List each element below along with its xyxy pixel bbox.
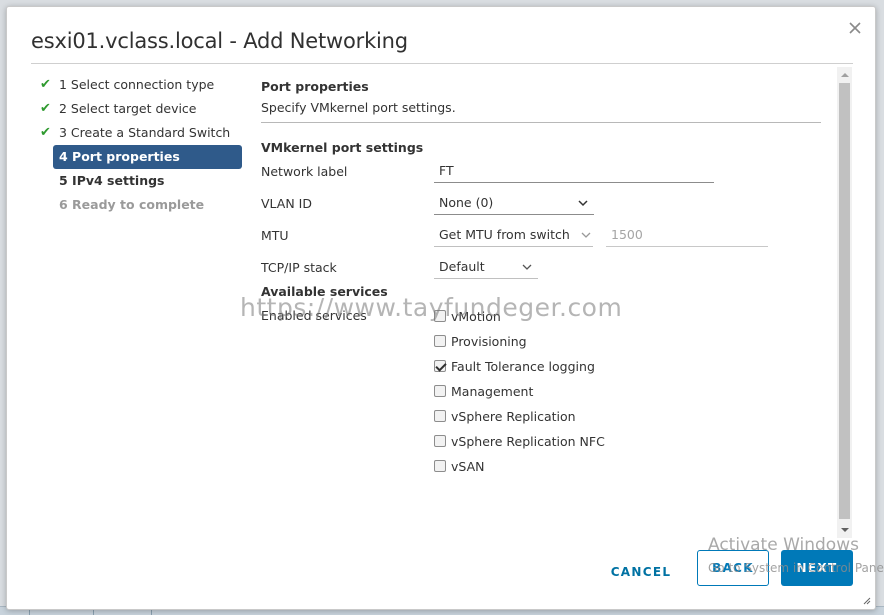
chevron-down-icon	[578, 200, 588, 207]
service-provisioning[interactable]: Provisioning	[434, 331, 527, 351]
tcpip-stack-select[interactable]: Default	[434, 255, 538, 279]
title-divider	[31, 63, 853, 64]
next-button[interactable]: NEXT	[781, 550, 853, 586]
content-scrollbar[interactable]	[837, 67, 852, 538]
close-icon[interactable]	[847, 21, 863, 37]
checkbox[interactable]	[434, 310, 446, 322]
checkbox-checked[interactable]	[434, 360, 446, 372]
step-port-properties[interactable]: 4 Port properties	[53, 145, 242, 169]
step-create-standard-switch[interactable]: ✔ 3 Create a Standard Switch	[37, 121, 243, 145]
checkbox[interactable]	[434, 385, 446, 397]
step-label: 6 Ready to complete	[59, 197, 205, 212]
network-label-input[interactable]: FT	[434, 159, 714, 183]
step-label: 3 Create a Standard Switch	[59, 125, 231, 140]
step-ipv4-settings[interactable]: 5 IPv4 settings	[37, 169, 243, 193]
step-select-target-device[interactable]: ✔ 2 Select target device	[37, 97, 243, 121]
check-icon: ✔	[40, 125, 51, 140]
available-services-heading: Available services	[261, 284, 388, 299]
chevron-down-icon	[581, 232, 591, 238]
checkbox[interactable]	[434, 335, 446, 347]
step-label: 1 Select connection type	[59, 77, 215, 92]
scroll-up-icon[interactable]	[841, 73, 849, 77]
service-management[interactable]: Management	[434, 381, 533, 401]
step-ready-to-complete: 6 Ready to complete	[37, 193, 243, 217]
service-vsphere-replication[interactable]: vSphere Replication	[434, 406, 576, 426]
check-icon: ✔	[40, 77, 51, 92]
service-vsphere-replication-nfc[interactable]: vSphere Replication NFC	[434, 431, 605, 451]
back-button[interactable]: BACK	[697, 550, 769, 586]
vlan-id-label: VLAN ID	[261, 196, 312, 211]
scrollbar-thumb[interactable]	[839, 83, 850, 519]
section-description: Specify VMkernel port settings.	[261, 100, 456, 115]
network-label-label: Network label	[261, 164, 348, 179]
check-icon: ✔	[40, 101, 51, 116]
tcpip-stack-value: Default	[439, 259, 485, 274]
checkbox[interactable]	[434, 460, 446, 472]
step-label: 5 IPv4 settings	[59, 173, 165, 188]
step-select-connection-type[interactable]: ✔ 1 Select connection type	[37, 73, 243, 97]
cancel-button[interactable]: CANCEL	[605, 556, 677, 588]
vlan-id-select[interactable]: None (0)	[434, 191, 594, 215]
service-label: vSAN	[451, 458, 485, 474]
service-fault-tolerance-logging[interactable]: Fault Tolerance logging	[434, 356, 595, 376]
add-networking-dialog: esxi01.vclass.local - Add Networking ✔ 1…	[6, 6, 876, 610]
step-label: 4 Port properties	[59, 149, 180, 164]
wizard-steps: ✔ 1 Select connection type ✔ 2 Select ta…	[37, 73, 243, 217]
mtu-label: MTU	[261, 228, 289, 243]
checkbox[interactable]	[434, 410, 446, 422]
port-properties-pane: Port properties Specify VMkernel port se…	[261, 67, 821, 537]
mtu-mode-value: Get MTU from switch	[439, 227, 570, 242]
service-label: Fault Tolerance logging	[451, 358, 595, 374]
dialog-title: esxi01.vclass.local - Add Networking	[31, 29, 408, 53]
tcpip-stack-label: TCP/IP stack	[261, 260, 337, 275]
enabled-services-label: Enabled services	[261, 308, 367, 323]
service-label: vSphere Replication	[451, 408, 576, 424]
service-vsan[interactable]: vSAN	[434, 456, 484, 476]
service-label: vMotion	[451, 308, 501, 324]
resize-grip-icon[interactable]	[861, 595, 871, 605]
service-label: Management	[451, 383, 534, 399]
checkbox[interactable]	[434, 435, 446, 447]
scroll-down-icon[interactable]	[841, 528, 849, 532]
section-divider	[261, 122, 821, 123]
mtu-value-input: 1500	[606, 223, 768, 247]
vmkernel-settings-heading: VMkernel port settings	[261, 140, 424, 155]
vlan-id-value: None (0)	[439, 195, 494, 210]
service-vmotion[interactable]: vMotion	[434, 306, 501, 326]
mtu-mode-select[interactable]: Get MTU from switch	[434, 223, 593, 247]
chevron-down-icon	[522, 264, 532, 270]
service-label: vSphere Replication NFC	[451, 433, 605, 449]
service-label: Provisioning	[451, 333, 527, 349]
section-title: Port properties	[261, 79, 369, 94]
step-label: 2 Select target device	[59, 101, 197, 116]
